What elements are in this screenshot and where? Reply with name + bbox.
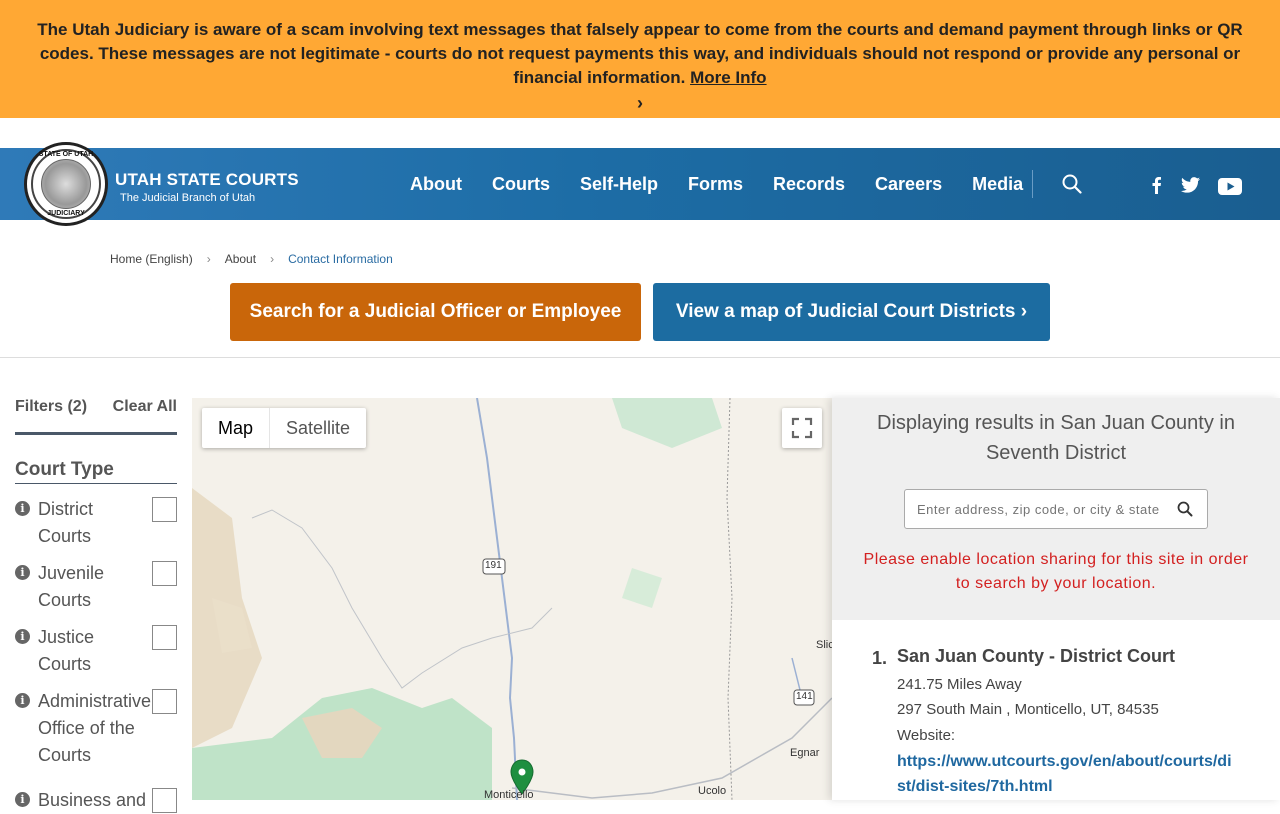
map-type-toggle: Map Satellite	[202, 408, 367, 448]
filter-administrative-office: i Administrative Office of the Courts	[15, 688, 177, 769]
location-sharing-message: Please enable location sharing for this …	[863, 551, 1249, 592]
breadcrumb-separator: ›	[270, 252, 275, 266]
nav-courts[interactable]: Courts	[492, 174, 550, 195]
results-panel: Displaying results in San Juan County in…	[832, 398, 1280, 800]
justice-courts-checkbox[interactable]	[152, 625, 177, 650]
seal-top-text: STATE OF UTAH	[38, 151, 94, 158]
result-website-link[interactable]: https://www.utcourts.gov/en/about/courts…	[897, 749, 1237, 799]
filter-label: Juvenile Courts	[38, 563, 105, 610]
result-website-label: Website:	[897, 727, 956, 744]
nav-self-help[interactable]: Self-Help	[580, 174, 658, 195]
search-judicial-officer-button[interactable]: Search for a Judicial Officer or Employe…	[230, 283, 641, 341]
court-type-heading: Court Type	[15, 459, 177, 484]
filter-business: i Business and	[15, 787, 177, 814]
brand[interactable]: UTAH STATE COURTS The Judicial Branch of…	[115, 170, 299, 204]
route-141-label: 141	[796, 691, 813, 702]
nav-about[interactable]: About	[410, 174, 462, 195]
fullscreen-icon	[791, 417, 813, 439]
seal-bottom-text: JUDICIARY	[47, 210, 85, 217]
breadcrumb-home[interactable]: Home (English)	[110, 252, 193, 266]
nav-media[interactable]: Media	[972, 174, 1023, 195]
main-nav: About Courts Self-Help Forms Records Car…	[410, 148, 1023, 220]
business-checkbox[interactable]	[152, 788, 177, 813]
slic-label: Slic	[816, 639, 832, 651]
breadcrumb-separator: ›	[206, 252, 211, 266]
fullscreen-button[interactable]	[782, 408, 822, 448]
filter-label: Administrative Office of the Courts	[38, 691, 152, 765]
clear-all-button[interactable]: Clear All	[113, 398, 177, 416]
breadcrumb-about[interactable]: About	[225, 252, 256, 266]
route-191-label: 191	[485, 560, 502, 571]
filter-justice-courts: i Justice Courts	[15, 624, 177, 678]
search-icon[interactable]	[1177, 501, 1193, 517]
results-header: Displaying results in San Juan County in…	[832, 398, 1280, 620]
scam-alert-banner: The Utah Judiciary is aware of a scam in…	[0, 0, 1280, 118]
info-icon[interactable]: i	[15, 501, 30, 516]
site-subtitle: The Judicial Branch of Utah	[120, 192, 256, 204]
egnar-label: Egnar	[790, 747, 820, 759]
address-search-input[interactable]	[917, 490, 1167, 528]
youtube-icon[interactable]	[1218, 178, 1242, 195]
search-icon[interactable]	[1062, 174, 1082, 194]
chevron-right-icon[interactable]: ›	[36, 90, 1244, 116]
address-search-box	[904, 489, 1208, 529]
juvenile-courts-checkbox[interactable]	[152, 561, 177, 586]
filter-district-courts: i District Courts	[15, 496, 177, 550]
nav-forms[interactable]: Forms	[688, 174, 743, 195]
filters-panel: Filters (2) Clear All Court Type i Distr…	[15, 398, 177, 814]
nav-divider	[1032, 170, 1033, 198]
filter-label: Business and	[38, 790, 147, 810]
result-distance: 241.75 Miles Away	[897, 676, 1022, 693]
info-icon[interactable]: i	[15, 693, 30, 708]
monticello-label: Monticello	[484, 789, 534, 800]
satellite-view-button[interactable]: Satellite	[269, 408, 366, 448]
filter-label: Justice Courts	[38, 627, 95, 674]
result-address: 297 South Main , Monticello, UT, 84535	[897, 701, 1159, 718]
filters-count: Filters (2)	[15, 398, 88, 415]
map-tiles	[192, 398, 832, 800]
info-icon[interactable]: i	[15, 629, 30, 644]
result-number: 1.	[872, 648, 888, 668]
nav-careers[interactable]: Careers	[875, 174, 942, 195]
divider	[0, 357, 1280, 358]
map-view-button[interactable]: Map	[202, 408, 269, 448]
result-name[interactable]: San Juan County - District Court	[897, 646, 1175, 667]
view-district-map-button[interactable]: View a map of Judicial Court Districts ›	[653, 283, 1050, 341]
info-icon[interactable]: i	[15, 565, 30, 580]
breadcrumb: Home (English) › About › Contact Informa…	[110, 252, 393, 266]
facebook-icon[interactable]	[1150, 176, 1162, 194]
site-title: UTAH STATE COURTS	[115, 170, 299, 189]
filter-label: District Courts	[38, 499, 93, 546]
breadcrumb-current[interactable]: Contact Information	[288, 252, 393, 266]
alert-text: The Utah Judiciary is aware of a scam in…	[37, 20, 1243, 87]
ucolo-label: Ucolo	[698, 785, 727, 797]
nav-records[interactable]: Records	[773, 174, 845, 195]
results-title: Displaying results in San Juan County in…	[877, 412, 1235, 464]
administrative-office-checkbox[interactable]	[152, 689, 177, 714]
site-header: STATE OF UTAH JUDICIARY UTAH STATE COURT…	[0, 142, 1280, 226]
utah-courts-seal-logo[interactable]: STATE OF UTAH JUDICIARY	[24, 142, 108, 226]
filter-juvenile-courts: i Juvenile Courts	[15, 560, 177, 614]
twitter-icon[interactable]	[1181, 177, 1200, 193]
court-map[interactable]: 191 141 Monticello Ucolo Egnar Slic Map …	[192, 398, 832, 800]
district-courts-checkbox[interactable]	[152, 497, 177, 522]
more-info-link[interactable]: More Info	[690, 68, 767, 87]
